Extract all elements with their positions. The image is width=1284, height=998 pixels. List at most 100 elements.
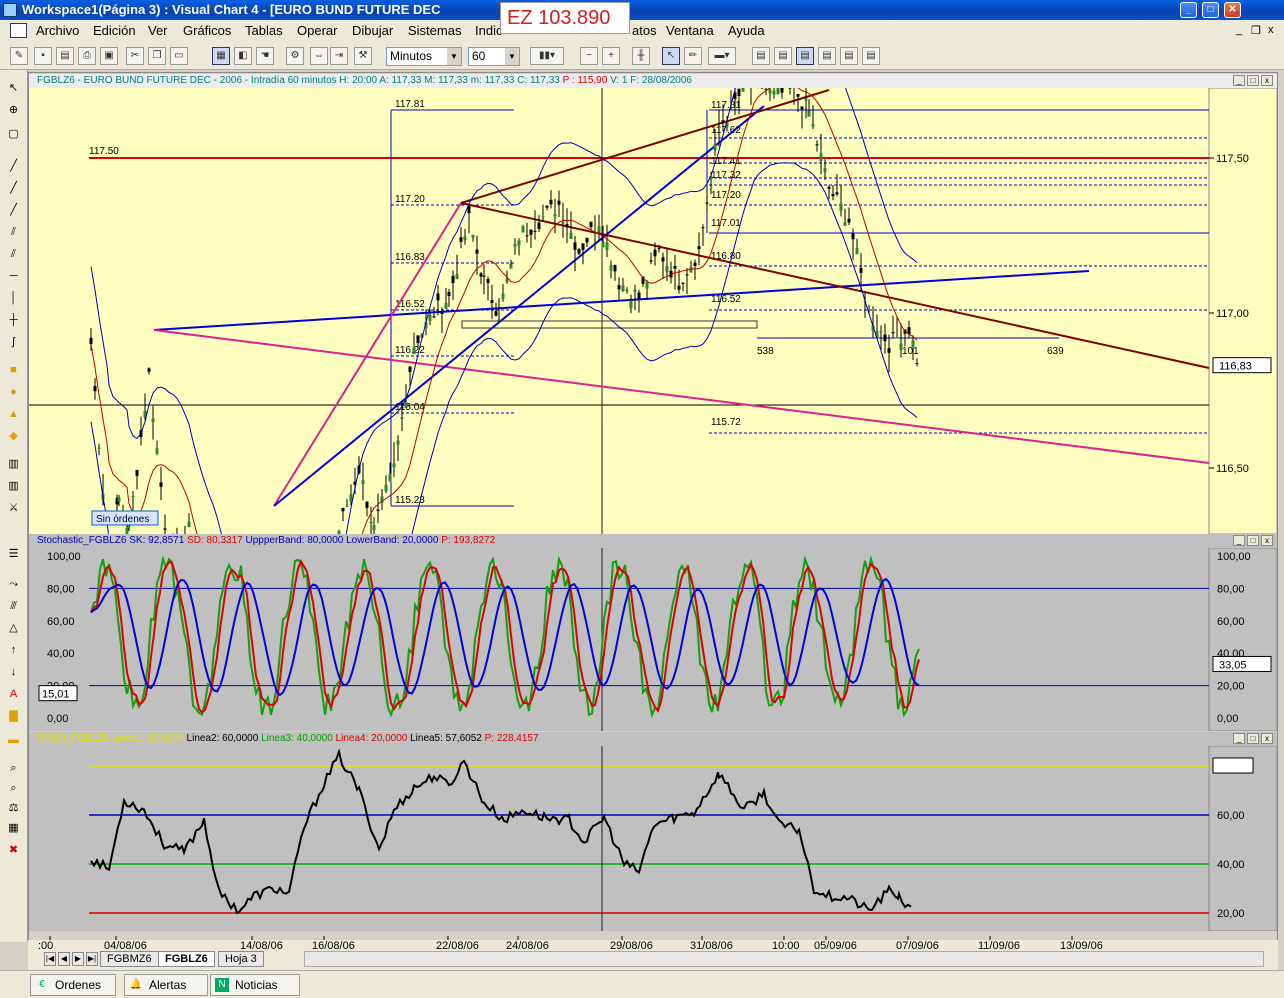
search-icon[interactable]: ⌕ [5, 780, 22, 797]
pane-minimize-button[interactable]: _ [1233, 75, 1245, 86]
table-icon[interactable]: ▦ [5, 820, 22, 837]
alerts-tab[interactable]: 🔔 Alertas [124, 974, 208, 996]
menu-operar[interactable]: Operar [297, 23, 337, 38]
maximize-button[interactable]: □ [1202, 2, 1219, 18]
menu-archivo[interactable]: Archivo [36, 23, 79, 38]
grid-icon[interactable]: ▦ [212, 47, 230, 65]
menu-dibujar[interactable]: Dibujar [352, 23, 393, 38]
triangle-icon[interactable]: ▲ [5, 406, 22, 423]
new-icon[interactable]: ✎ [10, 47, 28, 65]
last-sheet-button[interactable]: ▶| [86, 952, 98, 966]
print-preview-icon[interactable]: ▣ [100, 47, 118, 65]
fibonacci-time-icon[interactable]: ▥ [5, 478, 22, 495]
sheet-tab-fgbmz6[interactable]: FGBMZ6 [100, 951, 159, 967]
layout-3-icon[interactable]: ▤ [796, 47, 814, 65]
line-icon[interactable]: ╱ [5, 158, 22, 175]
menu-edicion[interactable]: Edición [93, 23, 136, 38]
diamond-icon[interactable]: ◆ [5, 428, 22, 445]
trend-line-icon[interactable]: ╱ [5, 202, 22, 219]
menu-indicadores[interactable]: Indic [475, 23, 502, 38]
first-sheet-button[interactable]: |◀ [44, 952, 56, 966]
orders-tab[interactable]: € Ordenes [30, 974, 116, 996]
scale-icon[interactable]: ⚖ [5, 800, 22, 817]
alert-icon[interactable]: A [5, 686, 22, 703]
close-button[interactable]: ✕ [1224, 2, 1241, 18]
arrow-down-icon[interactable]: ↓ [5, 664, 22, 681]
bars-icon[interactable]: ╫ [632, 47, 650, 65]
zoom-out-icon[interactable]: − [580, 47, 598, 65]
price-chart[interactable]: 117,50117,00116,50116,00115,50117.50117.… [29, 88, 1277, 534]
label-icon[interactable]: ▬ [5, 732, 22, 749]
gann-icon[interactable]: ⚔ [5, 500, 22, 517]
next-sheet-button[interactable]: ▶ [72, 952, 84, 966]
stoch-close-button[interactable]: x [1261, 535, 1273, 546]
cursor-icon[interactable]: ↖ [662, 47, 680, 65]
parallel-icon[interactable]: ⫽ [5, 246, 22, 263]
interval-select[interactable]: 60 ▼ [468, 47, 520, 66]
news-tab[interactable]: N Noticias [210, 974, 300, 996]
paste-icon[interactable]: ▭ [170, 47, 188, 65]
magnifier-icon[interactable]: ⌕ [5, 760, 22, 777]
stoch-minimize-button[interactable]: _ [1233, 535, 1245, 546]
frame-icon[interactable]: ▢ [5, 126, 22, 143]
horizontal-scrollbar[interactable] [304, 951, 1264, 967]
menu-ver[interactable]: Ver [148, 23, 168, 38]
prev-sheet-button[interactable]: ◀ [58, 952, 70, 966]
menu-sistemas[interactable]: Sistemas [408, 23, 461, 38]
document-icon[interactable] [10, 23, 27, 38]
zoom-in-icon[interactable]: + [602, 47, 620, 65]
rsi-minimize-button[interactable]: _ [1233, 733, 1245, 744]
layout-6-icon[interactable]: ▤ [862, 47, 880, 65]
tool-icon[interactable]: ⚒ [354, 47, 372, 65]
cut-icon[interactable]: ✂ [126, 47, 144, 65]
stochastic-chart[interactable]: 100,00100,0080,0080,0060,0060,0040,0040,… [29, 548, 1277, 731]
chart-type-icon[interactable]: ▮▮▾ [530, 47, 564, 65]
wedge-icon[interactable]: △ [5, 620, 22, 637]
scroll-icon[interactable]: ⇔ [310, 47, 328, 65]
curve-icon[interactable]: ∫ [5, 334, 22, 351]
menu-datos[interactable]: atos [632, 23, 657, 38]
erase-icon[interactable]: ✖ [5, 842, 22, 859]
rsi-chart[interactable]: 80,0060,0040,0020,00 [29, 746, 1277, 931]
pencil-icon[interactable]: ✏ [684, 47, 702, 65]
period-select[interactable]: Minutos ▼ [386, 47, 462, 66]
scroll-end-icon[interactable]: ⇥ [330, 47, 348, 65]
horizontal-line-icon[interactable]: ─ [5, 268, 22, 285]
text-icon[interactable]: ▇ [5, 708, 22, 725]
layout-2-icon[interactable]: ▤ [774, 47, 792, 65]
print-icon[interactable]: ⎙ [78, 47, 96, 65]
mdi-minimize-button[interactable]: _ [1236, 24, 1242, 36]
pane-close-button[interactable]: x [1261, 75, 1273, 86]
menu-graficos[interactable]: Gráficos [183, 23, 231, 38]
layout-4-icon[interactable]: ▤ [818, 47, 836, 65]
arrow-icon[interactable]: ↖ [5, 80, 22, 97]
crosshair-icon[interactable]: ┼ [5, 312, 22, 329]
color-picker-icon[interactable]: ▬▾ [708, 47, 736, 65]
menu-tablas[interactable]: Tablas [245, 23, 283, 38]
rsi-close-button[interactable]: x [1261, 733, 1273, 744]
zoom-icon[interactable]: ⊕ [5, 102, 22, 119]
cycle-icon[interactable]: ⤳ [5, 576, 22, 593]
list-icon[interactable]: ☰ [5, 546, 22, 563]
mdi-close-button[interactable]: x [1268, 24, 1274, 36]
rectangle-icon[interactable]: ■ [5, 362, 22, 379]
open-icon[interactable]: ▤ [56, 47, 74, 65]
save-icon[interactable]: ▪ [34, 47, 52, 65]
copy-icon[interactable]: ❐ [148, 47, 166, 65]
ellipse-icon[interactable]: ● [5, 384, 22, 401]
sheet-tab-fgblz6[interactable]: FGBLZ6 [158, 951, 215, 967]
vertical-line-icon[interactable]: │ [5, 290, 22, 307]
minimize-button[interactable]: _ [1180, 2, 1197, 18]
arrow-up-icon[interactable]: ↑ [5, 642, 22, 659]
hand-icon[interactable]: ☚ [256, 47, 274, 65]
mdi-restore-button[interactable]: ❐ [1251, 24, 1261, 37]
pane-maximize-button[interactable]: □ [1247, 75, 1259, 86]
rsi-maximize-button[interactable]: □ [1247, 733, 1259, 744]
stoch-maximize-button[interactable]: □ [1247, 535, 1259, 546]
fan-icon[interactable]: ⫻ [5, 598, 22, 615]
fibonacci-icon[interactable]: ▥ [5, 456, 22, 473]
channel-icon[interactable]: ⫽ [5, 224, 22, 241]
properties-icon[interactable]: ⚙ [286, 47, 304, 65]
ray-icon[interactable]: ╱ [5, 180, 22, 197]
sheet-tab-hoja3[interactable]: Hoja 3 [218, 951, 264, 967]
